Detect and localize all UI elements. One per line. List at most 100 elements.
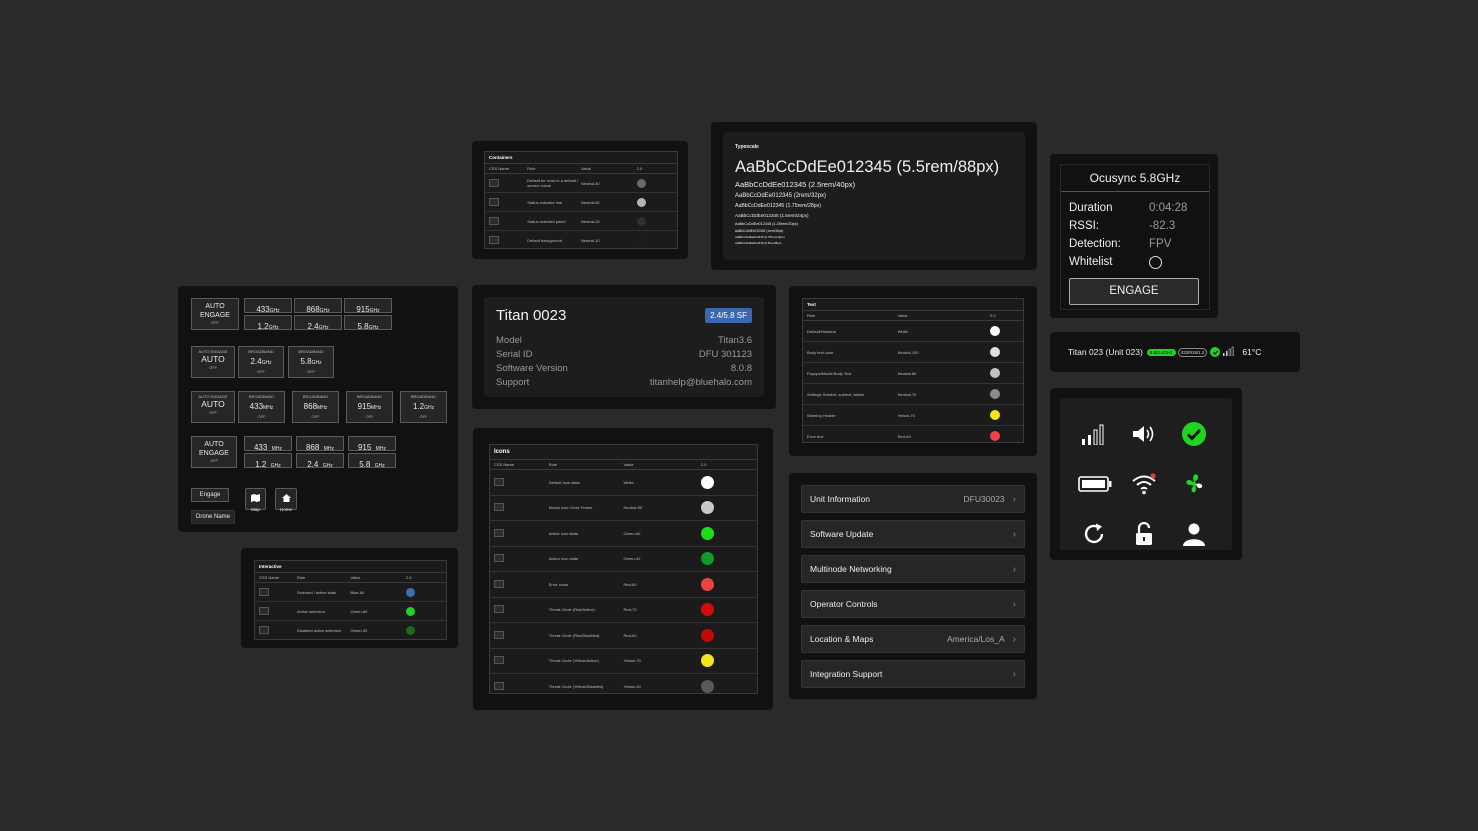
drone-name-button[interactable]: Drone Name [191, 510, 235, 524]
menu-item-unit-information[interactable]: Unit Information DFU30023 › [801, 485, 1025, 513]
broadband-1.2-button[interactable]: BROADBAND 1.2GHz OFF [400, 391, 447, 423]
color-dot [700, 526, 714, 540]
broadband-868-button[interactable]: BROADBAND 868MHz OFF [292, 391, 339, 423]
color-dot [700, 654, 714, 668]
interactive-card: Interactive CSS Name Role Value 2.0 Sele… [241, 548, 458, 648]
text-card: Text Role Value 2.0 Default/Headers Whit… [789, 286, 1037, 456]
table-row: Warning Header Yellow-70 [803, 405, 1023, 426]
freq-433-button[interactable]: 433GHz [244, 298, 292, 314]
user-icon[interactable] [1180, 520, 1208, 548]
freq-2.4-button[interactable]: 2.4GHz [294, 315, 342, 331]
broadband-433-button[interactable]: BROADBAND 433MHz OFF [238, 391, 285, 423]
duration-label: Duration [1069, 202, 1113, 214]
chevron-right-icon: › [1012, 598, 1016, 610]
serial-row: Serial ID DFU 301123 [496, 349, 752, 360]
table-row: Active Icon state Green-60 [490, 521, 757, 547]
freq-433-button[interactable]: 433 MHz [244, 436, 292, 452]
unit-name: Titan 023 (Unit 023) [1068, 347, 1143, 357]
table-row: Action Icon state Green-40 [490, 547, 757, 572]
freq-1.2-button[interactable]: 1.2 GHz [244, 453, 292, 469]
whitelist-toggle[interactable] [1149, 255, 1162, 269]
typescale-title: Typescale [735, 144, 759, 150]
interactive-table: Interactive CSS Name Role Value 2.0 Sele… [254, 560, 447, 640]
type-sample-6: AaBbCcDdEe012345 (1.25rem/20px) [735, 222, 798, 226]
table-row: Threat Circle (Yellow/Disabled) Yellow-3… [490, 674, 757, 699]
table-row: Settings Subtext, subtext, labels Neutra… [803, 384, 1023, 405]
freq-2.4-button[interactable]: 2.4 GHz [296, 453, 344, 469]
freq-5.8-button[interactable]: 5.8GHz [344, 315, 392, 331]
engage-button[interactable]: Engage [191, 488, 229, 502]
broadband-5.8-button[interactable]: BROADBAND 5.8GHz OFF [288, 346, 334, 378]
color-dot [636, 235, 646, 245]
color-dot [700, 679, 714, 693]
broadband-2.4-button[interactable]: BROADBAND 2.4GHz OFF [238, 346, 284, 378]
auto-engage-button[interactable]: AUTO ENGAGE OFF [191, 298, 239, 330]
unlock-icon[interactable] [1130, 520, 1158, 548]
band-badge: 2.4/5.8 SF [705, 308, 752, 323]
home-button[interactable]: Home [275, 488, 297, 512]
menu-item-location-maps[interactable]: Location & Maps America/Los_A › [801, 625, 1025, 653]
table-row: Body text color Neutral-100 [803, 342, 1023, 363]
auto-engage-toggle[interactable]: AUTO ENGAGE AUTO OFF [191, 391, 235, 423]
icons-table: Icons CSS Name Role Value 2.0 Default Ic… [489, 444, 758, 694]
color-dot [636, 197, 646, 207]
color-dot [405, 606, 415, 616]
table-row: Status selected panel Neutral-20 [485, 212, 677, 231]
support-link[interactable]: titanhelp@bluehalo.com [650, 376, 752, 390]
menu-item-operator-controls[interactable]: Operator Controls › [801, 590, 1025, 618]
table-row: Threat Circle (Red/Active) Red-70 [490, 598, 757, 623]
table-row: Modal Icon Circle Frame Neutral-90 [490, 496, 757, 521]
map-button[interactable]: Map [245, 488, 266, 512]
support-row: Support titanhelp@bluehalo.com [496, 376, 752, 390]
table-row: Threat Circle (Yellow/Active) Yellow-70 [490, 649, 757, 674]
freq-868-button[interactable]: 868GHz [294, 298, 342, 314]
freq-915-button[interactable]: 915GHz [344, 298, 392, 314]
freq-915-button[interactable]: 915 MHz [348, 436, 396, 452]
table-row: Selected / active state Blue-60 [255, 583, 446, 602]
table-title: Containers [485, 152, 677, 164]
type-sample-7: AaBbCcDdEe012345 (1rem/16px) [735, 229, 784, 233]
table-row: Error text Red-60 [803, 426, 1023, 446]
menu-item-integration-support[interactable]: Integration Support › [801, 660, 1025, 688]
table-row: Default/Headers White [803, 321, 1023, 342]
menu-item-software-update[interactable]: Software Update › [801, 520, 1025, 548]
auto-engage-button[interactable]: AUTO ENGAGE OFF [191, 436, 237, 468]
table-row: Default background Neutral-10 [485, 231, 677, 249]
map-icon [251, 494, 260, 502]
broadband-915-button[interactable]: BROADBAND 915MHz OFF [346, 391, 393, 423]
status-bar: Titan 023 (Unit 023) 5.8/2.4GHz 433/915/… [1050, 332, 1300, 372]
speaker-icon[interactable] [1130, 420, 1158, 448]
table-row: Default Icon state White [490, 470, 757, 496]
software-row: Software Version 8.0.8 [496, 363, 752, 374]
chevron-right-icon: › [1012, 633, 1016, 645]
color-dot [989, 346, 1000, 357]
menu-item-multinode-networking[interactable]: Multinode Networking › [801, 555, 1025, 583]
settings-menu-card: Unit Information DFU30023 › Software Upd… [789, 473, 1037, 699]
temperature: 61°C [1242, 347, 1262, 357]
containers-card: Containers CSS Name Role Value 2.0 Defau… [472, 141, 688, 259]
freq-868-button[interactable]: 868 MHz [296, 436, 344, 452]
signal-icon [1222, 343, 1235, 361]
type-sample-4: AaBbCcDdEe012345 (1.75rem/28px) [735, 203, 821, 209]
engage-button[interactable]: ENGAGE [1069, 278, 1199, 305]
band-badge-gray: 433/915/1.2 [1177, 347, 1208, 357]
model-row: Model Titan3.6 [496, 335, 752, 346]
color-dot [636, 178, 646, 188]
battery-icon [1077, 470, 1113, 498]
auto-engage-toggle[interactable]: AUTO ENGAGE AUTO OFF [191, 346, 235, 378]
table-row: Active selection Green-60 [255, 602, 446, 621]
check-circle-icon [1210, 347, 1221, 357]
swatch-icon [489, 197, 499, 206]
color-dot [700, 475, 714, 489]
type-sample-2: AaBbCcDdEe012345 (2.5rem/40px) [735, 180, 856, 189]
signal-bars-icon [1080, 420, 1108, 448]
color-dot [405, 625, 415, 635]
freq-1.2-button[interactable]: 1.2GHz [244, 315, 292, 331]
table-row: Popups/Modal Body Text Neutral-80 [803, 363, 1023, 384]
refresh-icon[interactable] [1080, 520, 1108, 548]
whitelist-label: Whitelist [1069, 256, 1113, 268]
freq-5.8-button[interactable]: 5.8 GHz [348, 453, 396, 469]
type-sample-5: AaBbCcDdEe012345 (1.5rem/24px) [735, 213, 809, 218]
typescale-panel: Typescale AaBbCcDdEe012345 (5.5rem/88px)… [723, 132, 1025, 260]
color-dot [700, 603, 714, 617]
